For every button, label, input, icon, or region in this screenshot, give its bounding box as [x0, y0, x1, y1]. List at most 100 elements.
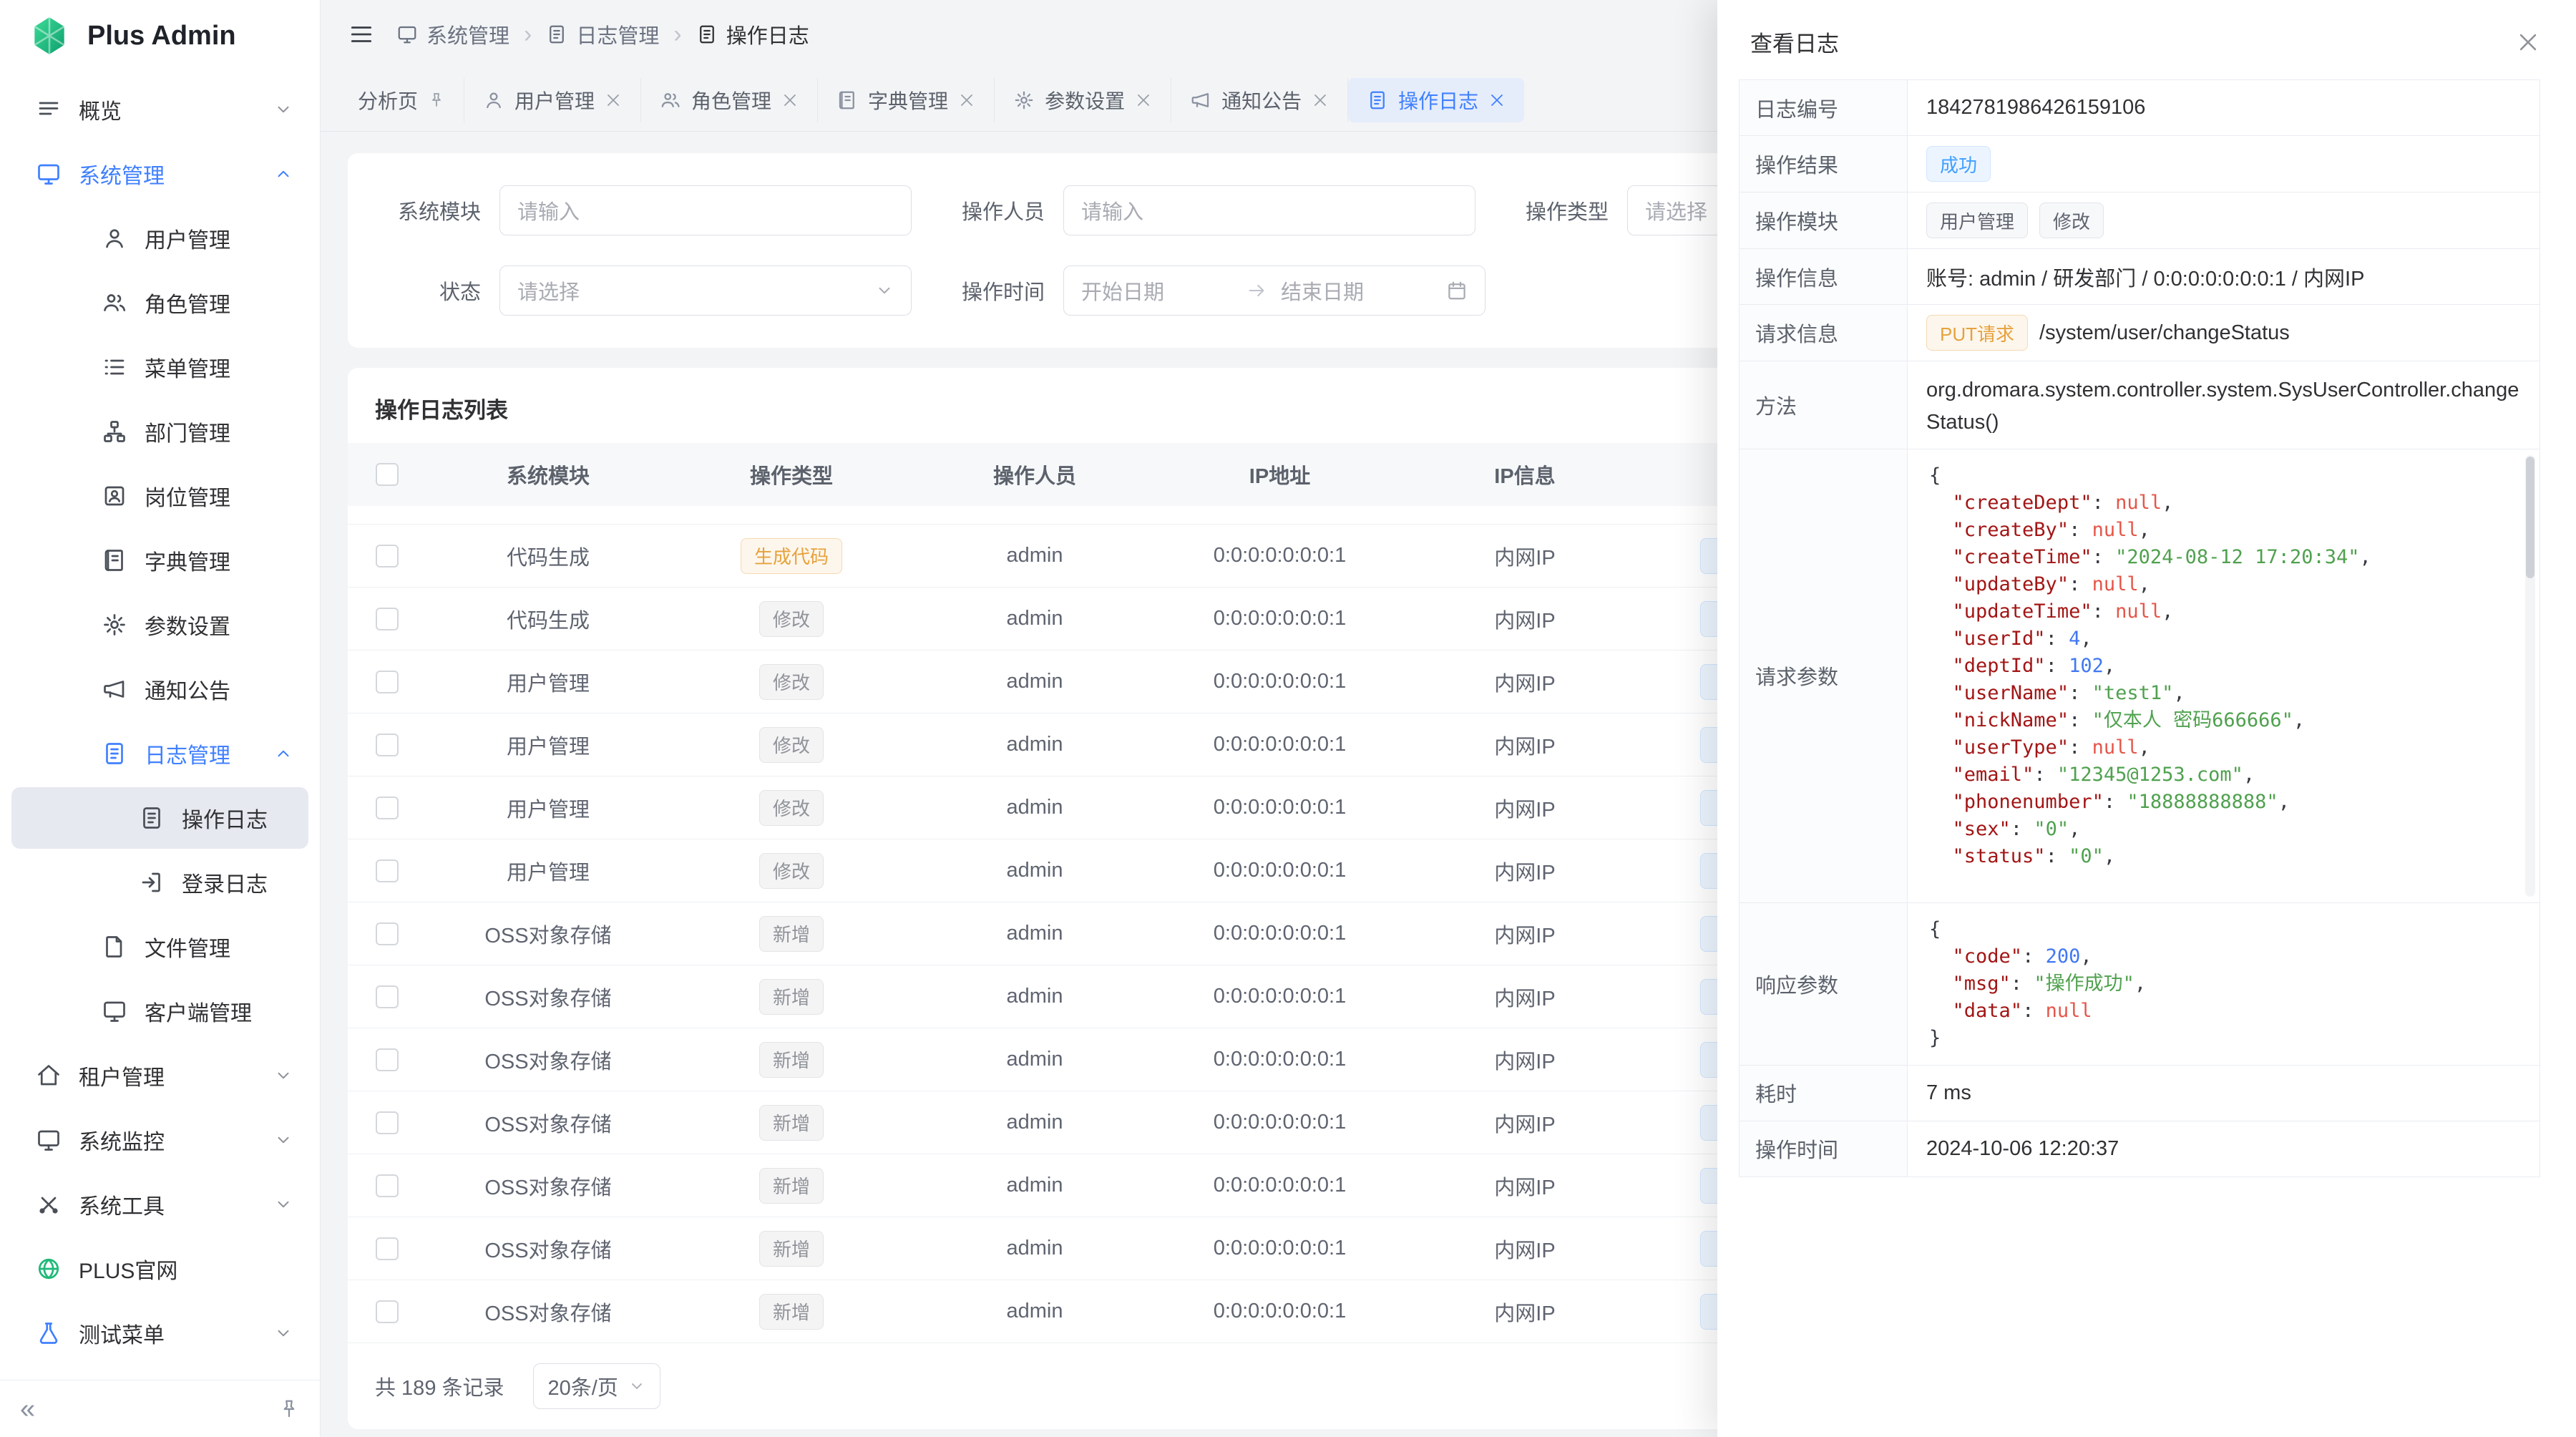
breadcrumb-item[interactable]: 日志管理	[546, 19, 659, 49]
hamburger-icon[interactable]	[348, 21, 375, 48]
tab-role-management[interactable]: 角色管理	[641, 78, 818, 122]
tab-analysis[interactable]: 分析页	[339, 78, 464, 122]
cell-ip-info: 内网IP	[1403, 667, 1646, 697]
row-checkbox[interactable]	[376, 859, 399, 882]
status-select[interactable]: 请选择	[499, 266, 912, 316]
close-icon[interactable]	[605, 92, 622, 109]
scrollbar-thumb[interactable]	[2526, 457, 2534, 578]
detail-label: 方法	[1740, 361, 1908, 449]
close-icon[interactable]	[781, 92, 799, 109]
cell-module: OSS对象存储	[426, 1234, 670, 1264]
sidebar-item-post-management[interactable]: 岗位管理	[11, 465, 308, 527]
sidebar-item-user-management[interactable]: 用户管理	[11, 208, 308, 269]
close-icon[interactable]	[1312, 92, 1329, 109]
cell-operator: admin	[913, 796, 1156, 819]
cell-ip: 0:0:0:0:0:0:0:1	[1156, 544, 1403, 568]
megaphone-icon	[1190, 89, 1211, 111]
sidebar-item-system-tools[interactable]: 系统工具	[11, 1174, 308, 1235]
sidebar-item-notice[interactable]: 通知公告	[11, 658, 308, 720]
sidebar-item-dept-management[interactable]: 部门管理	[11, 401, 308, 462]
select-all-checkbox[interactable]	[376, 463, 399, 486]
login-icon	[139, 869, 165, 895]
close-icon[interactable]	[1488, 92, 1506, 109]
row-checkbox[interactable]	[376, 1237, 399, 1260]
row-checkbox[interactable]	[376, 922, 399, 945]
sidebar-item-test-menu[interactable]: 测试菜单	[11, 1302, 308, 1364]
gear-icon	[102, 612, 127, 638]
end-date-input[interactable]: 结束日期	[1281, 276, 1432, 306]
sidebar-item-role-management[interactable]: 角色管理	[11, 272, 308, 333]
cell-operator: admin	[913, 1111, 1156, 1134]
tab-user-management[interactable]: 用户管理	[464, 78, 641, 122]
chevron-down-icon	[875, 281, 894, 300]
action-type-badge: 新增	[759, 1168, 824, 1204]
sidebar-item-file-management[interactable]: 文件管理	[11, 916, 308, 978]
row-checkbox[interactable]	[376, 734, 399, 756]
cell-operator: admin	[913, 607, 1156, 630]
close-icon[interactable]	[958, 92, 975, 109]
drawer-title: 查看日志	[1750, 26, 1839, 58]
page-size-select[interactable]: 20条/页	[533, 1363, 660, 1409]
column-header: IP地址	[1156, 459, 1403, 489]
sidebar-item-system-management[interactable]: 系统管理	[11, 143, 308, 205]
scrollbar-track[interactable]	[2525, 455, 2535, 897]
cell-operator: admin	[913, 670, 1156, 693]
sidebar-item-param-settings[interactable]: 参数设置	[11, 594, 308, 656]
chevron-down-icon	[274, 100, 293, 119]
row-checkbox[interactable]	[376, 1174, 399, 1197]
sidebar-item-tenant-management[interactable]: 租户管理	[11, 1045, 308, 1106]
row-checkbox[interactable]	[376, 608, 399, 630]
cell-ip-info: 内网IP	[1403, 1297, 1646, 1327]
tab-dict-management[interactable]: 字典管理	[818, 78, 995, 122]
action-type-badge: 新增	[759, 1231, 824, 1267]
detail-label: 请求信息	[1740, 305, 1908, 361]
detail-label: 操作信息	[1740, 249, 1908, 305]
row-checkbox[interactable]	[376, 797, 399, 819]
detail-label: 操作结果	[1740, 136, 1908, 193]
sidebar: Plus Admin 概览 系统管理 用户管理 角色管理 菜单管理 部门管理	[0, 0, 321, 1437]
operator-input[interactable]: 请输入	[1063, 185, 1475, 235]
row-checkbox[interactable]	[376, 985, 399, 1008]
sidebar-item-client-management[interactable]: 客户端管理	[11, 980, 308, 1042]
collapse-sidebar-icon[interactable]: «	[20, 1395, 35, 1423]
sidebar-item-login-log[interactable]: 登录日志	[11, 852, 308, 913]
breadcrumb-separator: ›	[524, 22, 532, 47]
pin-icon[interactable]	[278, 1398, 300, 1420]
sidebar-item-operation-log[interactable]: 操作日志	[11, 787, 308, 849]
column-header: 系统模块	[426, 459, 670, 489]
row-checkbox[interactable]	[376, 1048, 399, 1071]
sidebar-item-log-management[interactable]: 日志管理	[11, 723, 308, 784]
row-checkbox[interactable]	[376, 545, 399, 568]
tab-param-settings[interactable]: 参数设置	[995, 78, 1171, 122]
row-checkbox[interactable]	[376, 671, 399, 693]
sidebar-item-plus-website[interactable]: PLUS官网	[11, 1238, 308, 1300]
tab-operation-log[interactable]: 操作日志	[1348, 78, 1524, 122]
close-icon[interactable]	[1135, 92, 1152, 109]
monitor-icon	[396, 24, 418, 45]
request-params-code: { "createDept": null, "createBy": null, …	[1908, 449, 2540, 903]
cell-operator: admin	[913, 922, 1156, 945]
cell-operator: admin	[913, 1174, 1156, 1197]
sidebar-item-system-monitor[interactable]: 系统监控	[11, 1109, 308, 1171]
row-checkbox[interactable]	[376, 1111, 399, 1134]
breadcrumb-item[interactable]: 系统管理	[396, 19, 509, 49]
cell-ip: 0:0:0:0:0:0:0:1	[1156, 1300, 1403, 1323]
sidebar-item-menu-management[interactable]: 菜单管理	[11, 336, 308, 398]
app-logo[interactable]: Plus Admin	[0, 0, 320, 72]
cell-ip-info: 内网IP	[1403, 604, 1646, 634]
row-checkbox[interactable]	[376, 1300, 399, 1323]
sidebar-item-workflow[interactable]: 工作流	[11, 1367, 308, 1380]
cell-operator: admin	[913, 859, 1156, 882]
close-icon[interactable]	[2516, 30, 2540, 54]
start-date-input[interactable]: 开始日期	[1081, 276, 1232, 306]
date-range-picker[interactable]: 开始日期 结束日期	[1063, 266, 1485, 316]
method-value: org.dromara.system.controller.system.Sys…	[1908, 361, 2540, 449]
sidebar-item-dict-management[interactable]: 字典管理	[11, 530, 308, 591]
cell-ip-info: 内网IP	[1403, 1045, 1646, 1075]
tab-notice[interactable]: 通知公告	[1171, 78, 1348, 122]
module-input[interactable]: 请输入	[499, 185, 912, 235]
pin-icon[interactable]	[428, 92, 445, 109]
sidebar-item-overview[interactable]: 概览	[11, 79, 308, 140]
response-params-code: { "code": 200, "msg": "操作成功", "data": nu…	[1908, 903, 2540, 1066]
cell-ip-info: 内网IP	[1403, 856, 1646, 886]
